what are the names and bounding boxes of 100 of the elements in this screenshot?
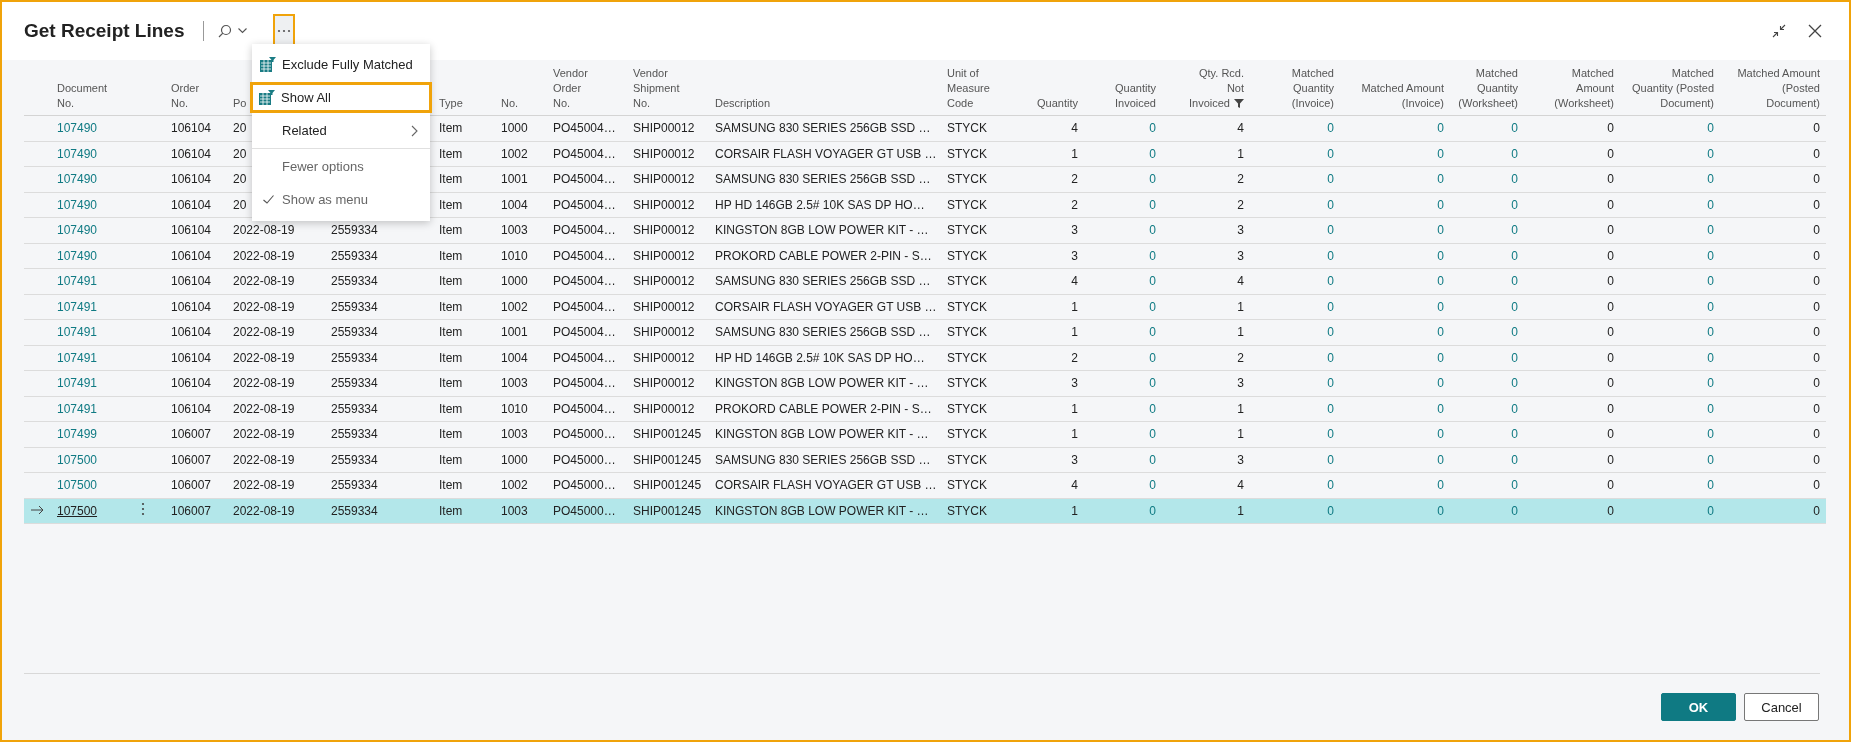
table-cell-link[interactable]: 107491 — [57, 274, 98, 289]
column-header[interactable]: Unit of Measure Code — [947, 66, 1018, 111]
table-cell-link[interactable]: 107490 — [57, 172, 98, 187]
column-header[interactable]: Document No. — [57, 81, 128, 111]
table-cell-link[interactable]: 0 — [1707, 478, 1714, 493]
table-cell-link[interactable]: 0 — [1327, 121, 1334, 136]
table-cell-link[interactable]: 0 — [1149, 427, 1156, 442]
table-cell-link[interactable]: 0 — [1149, 376, 1156, 391]
table-cell-link[interactable]: 0 — [1511, 274, 1518, 289]
table-cell-link[interactable]: 0 — [1327, 350, 1334, 365]
table-cell-link[interactable]: 0 — [1327, 223, 1334, 238]
column-header[interactable]: Matched Quantity (Invoice) — [1257, 66, 1334, 111]
table-cell-link[interactable]: 0 — [1327, 172, 1334, 187]
table-cell-link[interactable]: 0 — [1437, 248, 1444, 263]
table-cell-link[interactable]: 0 — [1149, 121, 1156, 136]
menu-item[interactable]: Show as menu — [252, 184, 430, 215]
table-cell-link[interactable]: 0 — [1437, 401, 1444, 416]
column-header[interactable]: Type — [439, 96, 488, 111]
table-cell-link[interactable]: 0 — [1707, 172, 1714, 187]
table-cell-link[interactable]: 107490 — [57, 223, 98, 238]
table-cell-link[interactable]: 107491 — [57, 401, 98, 416]
column-header[interactable]: No. — [501, 96, 540, 111]
table-cell-link[interactable]: 0 — [1149, 325, 1156, 340]
table-cell-link[interactable]: 0 — [1437, 172, 1444, 187]
table-cell-link[interactable]: 0 — [1707, 197, 1714, 212]
table-cell-link[interactable]: 0 — [1511, 121, 1518, 136]
column-header[interactable]: Quantity Invoiced — [1091, 81, 1156, 111]
table-cell-link[interactable]: 0 — [1437, 350, 1444, 365]
table-cell-link[interactable]: 0 — [1511, 503, 1518, 518]
column-header[interactable]: Quantity — [1031, 96, 1078, 111]
column-header[interactable]: Order No. — [171, 81, 220, 111]
table-cell-link[interactable]: 0 — [1149, 401, 1156, 416]
menu-item[interactable]: Show All — [250, 82, 432, 113]
table-cell-link[interactable]: 0 — [1327, 478, 1334, 493]
table-cell-link[interactable]: 0 — [1327, 274, 1334, 289]
table-cell-link[interactable]: 0 — [1511, 197, 1518, 212]
table-cell-link[interactable]: 0 — [1149, 248, 1156, 263]
table-cell-link[interactable]: 0 — [1437, 146, 1444, 161]
table-cell-link[interactable]: 107491 — [57, 325, 98, 340]
table-cell-link[interactable]: 107490 — [57, 146, 98, 161]
table-cell-link[interactable]: 0 — [1707, 401, 1714, 416]
table-cell-link[interactable]: 0 — [1149, 478, 1156, 493]
table-cell-link[interactable]: 0 — [1707, 146, 1714, 161]
column-header[interactable]: Description — [715, 96, 934, 111]
table-cell-link[interactable]: 0 — [1511, 248, 1518, 263]
table-cell-link[interactable]: 0 — [1327, 146, 1334, 161]
table-cell-link[interactable]: 0 — [1437, 427, 1444, 442]
table-cell-link[interactable]: 0 — [1707, 503, 1714, 518]
table-cell-link[interactable]: 0 — [1149, 197, 1156, 212]
column-header[interactable]: Matched Amount (Worksheet) — [1531, 66, 1614, 111]
table-cell-link[interactable]: 0 — [1149, 350, 1156, 365]
table-cell-link[interactable]: 0 — [1149, 146, 1156, 161]
table-cell-link[interactable]: 0 — [1437, 503, 1444, 518]
table-cell-link[interactable]: 0 — [1437, 325, 1444, 340]
table-cell-link[interactable]: 0 — [1437, 299, 1444, 314]
table-cell-link[interactable]: 107500 — [57, 478, 98, 493]
column-header[interactable]: Qty. Rcd. Not Invoiced — [1169, 66, 1244, 111]
table-cell-link[interactable]: 0 — [1327, 376, 1334, 391]
menu-item[interactable]: Exclude Fully Matched — [252, 49, 430, 80]
table-cell-link[interactable]: 0 — [1511, 376, 1518, 391]
table-cell-link[interactable]: 0 — [1511, 427, 1518, 442]
table-cell-link[interactable]: 0 — [1149, 172, 1156, 187]
table-cell-link[interactable]: 0 — [1149, 223, 1156, 238]
ok-button[interactable]: OK — [1661, 693, 1736, 721]
table-cell-link[interactable]: 0 — [1511, 401, 1518, 416]
table-cell-link[interactable]: 0 — [1437, 274, 1444, 289]
table-cell-link[interactable]: 0 — [1149, 274, 1156, 289]
table-cell-link[interactable]: 107490 — [57, 121, 98, 136]
row-actions-icon[interactable] — [141, 502, 145, 517]
column-header[interactable]: Vendor Order No. — [553, 66, 620, 111]
table-cell-link[interactable]: 0 — [1149, 299, 1156, 314]
table-cell-link[interactable]: 107491 — [57, 376, 98, 391]
table-cell-link[interactable]: 0 — [1511, 325, 1518, 340]
table-cell-link[interactable]: 107491 — [57, 350, 98, 365]
table-cell-link[interactable]: 0 — [1327, 299, 1334, 314]
table-cell-link[interactable]: 0 — [1327, 325, 1334, 340]
table-cell-link[interactable]: 0 — [1327, 503, 1334, 518]
table-cell-link[interactable]: 0 — [1437, 452, 1444, 467]
table-cell-link[interactable]: 0 — [1327, 197, 1334, 212]
column-header[interactable]: Vendor Shipment No. — [633, 66, 702, 111]
table-cell-link[interactable]: 0 — [1511, 452, 1518, 467]
table-cell-link[interactable]: 0 — [1707, 427, 1714, 442]
column-header[interactable]: Matched Quantity (Posted Document) — [1627, 66, 1714, 111]
table-cell-link[interactable]: 0 — [1437, 478, 1444, 493]
table-cell-link[interactable]: 0 — [1707, 350, 1714, 365]
table-cell-link[interactable]: 0 — [1149, 503, 1156, 518]
table-cell-link[interactable]: 0 — [1437, 197, 1444, 212]
table-cell-link[interactable]: 107491 — [57, 299, 98, 314]
table-cell-link[interactable]: 107490 — [57, 248, 98, 263]
table-cell-link[interactable]: 0 — [1707, 223, 1714, 238]
table-cell-link[interactable]: 0 — [1707, 299, 1714, 314]
table-cell-link[interactable]: 0 — [1437, 223, 1444, 238]
cancel-button[interactable]: Cancel — [1744, 693, 1819, 721]
table-cell-link[interactable]: 0 — [1511, 146, 1518, 161]
table-cell-link[interactable]: 0 — [1707, 325, 1714, 340]
column-header[interactable]: Matched Amount (Posted Document) — [1727, 66, 1820, 111]
table-cell-link[interactable]: 107500 — [57, 452, 98, 467]
table-cell-link[interactable]: 0 — [1327, 452, 1334, 467]
menu-item[interactable]: Fewer options — [252, 151, 430, 182]
column-header[interactable]: Matched Quantity (Worksheet) — [1457, 66, 1518, 111]
